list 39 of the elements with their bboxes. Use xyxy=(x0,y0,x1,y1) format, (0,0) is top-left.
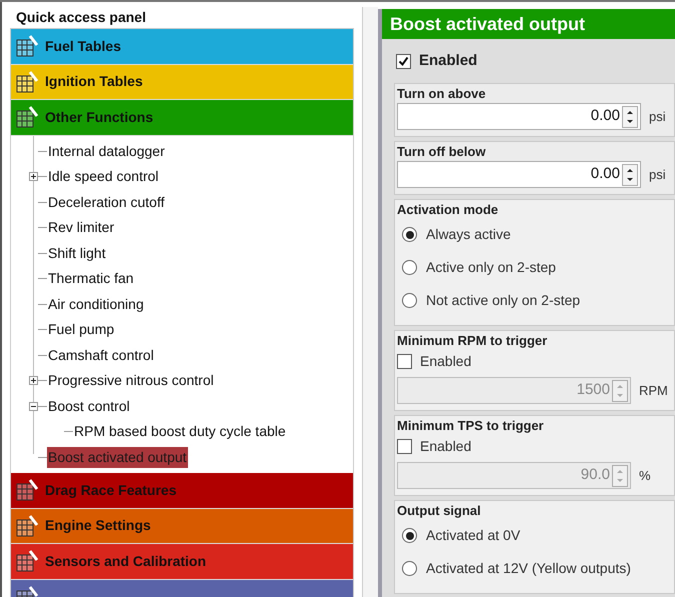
radio-label: Always active xyxy=(426,225,511,244)
tree-item[interactable]: Rev limiter xyxy=(47,217,116,238)
tree-item[interactable]: Thermatic fan xyxy=(47,268,135,290)
checkbox-label: Enabled xyxy=(420,437,472,456)
number-field[interactable]: 0.00 xyxy=(397,161,641,188)
category-bar[interactable]: Engine Settings xyxy=(11,508,353,544)
checkbox-label: Enabled xyxy=(419,50,478,71)
tree-item[interactable]: Deceleration cutoff xyxy=(47,192,166,213)
category-bar[interactable]: Other Functions xyxy=(11,100,353,136)
category-bar[interactable]: Sensors and Calibration xyxy=(11,544,353,580)
radio-label: Active only on 2-step xyxy=(426,258,556,277)
category-bar[interactable]: Fuel Tables xyxy=(11,29,353,64)
tree-item[interactable]: Progressive nitrous control xyxy=(47,370,215,392)
checkbox-label: Enabled xyxy=(420,352,472,371)
unit-label: psi xyxy=(649,166,666,184)
unit-label: psi xyxy=(649,108,666,126)
unit-label: RPM xyxy=(639,382,668,400)
panel-title: Quick access panel xyxy=(15,8,147,27)
tree-item[interactable]: Boost control xyxy=(47,396,131,417)
group-title: Turn on above xyxy=(397,86,487,102)
category-bar[interactable]: Ignition Tables xyxy=(11,64,353,100)
radio-label: Activated at 12V (Yellow outputs) xyxy=(426,559,631,578)
tree-item[interactable]: RPM based boost duty cycle table xyxy=(73,421,287,442)
group-title: Output signal xyxy=(397,503,482,519)
tree-item[interactable]: Fuel pump xyxy=(47,319,116,340)
radio-label: Activated at 0V xyxy=(426,526,520,545)
radio-label: Not active only on 2-step xyxy=(426,291,580,310)
number-field[interactable]: 0.00 xyxy=(397,103,641,130)
group-title: Minimum TPS to trigger xyxy=(397,418,545,434)
tree-item[interactable]: Idle speed control xyxy=(47,166,160,188)
group-title: Activation mode xyxy=(397,202,500,218)
tree-item[interactable]: Internal datalogger xyxy=(47,140,166,162)
group-title: Minimum RPM to trigger xyxy=(397,333,548,349)
tree-item[interactable]: Shift light xyxy=(47,242,107,264)
group-title: Turn off below xyxy=(397,144,487,160)
panel-header: Boost activated output xyxy=(382,9,675,39)
tree-item[interactable]: Camshaft control xyxy=(47,344,155,366)
tree-item[interactable]: Air conditioning xyxy=(47,294,145,315)
unit-label: % xyxy=(639,466,651,485)
